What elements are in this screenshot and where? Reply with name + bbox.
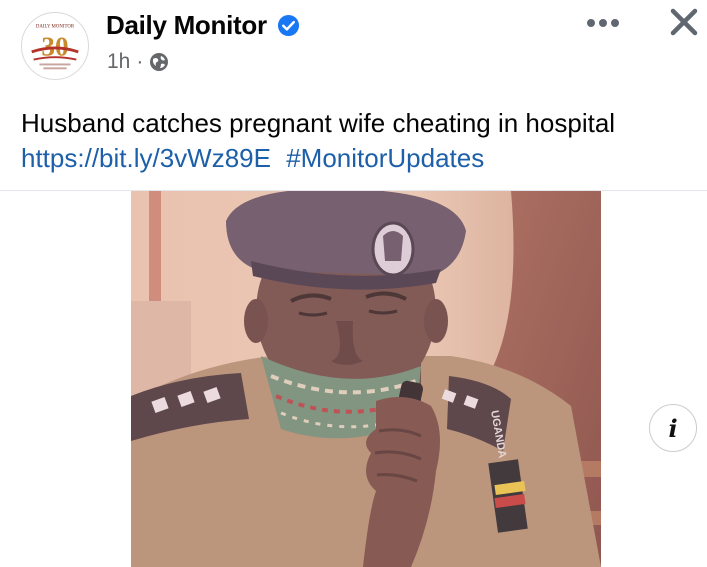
post-meta: 1h · xyxy=(107,50,169,74)
post-links: https://bit.ly/3vWz89E #MonitorUpdates xyxy=(21,141,691,176)
daily-monitor-30-logo: DAILY MONITOR 30 xyxy=(31,25,79,70)
info-glyph: i xyxy=(668,413,678,443)
globe-icon xyxy=(150,53,169,71)
logo-text: DAILY MONITOR xyxy=(36,25,75,30)
post-link[interactable]: https://bit.ly/3vWz89E xyxy=(21,143,271,173)
page-avatar[interactable]: DAILY MONITOR 30 xyxy=(21,12,89,80)
info-icon[interactable]: i xyxy=(649,404,697,452)
post-photo[interactable]: UGANDA xyxy=(131,191,601,567)
meta-separator: · xyxy=(136,50,144,73)
verified-badge-icon xyxy=(277,14,300,37)
more-dots-icon[interactable] xyxy=(583,10,623,36)
close-icon[interactable] xyxy=(668,6,700,38)
post-time[interactable]: 1h xyxy=(107,50,130,74)
photo-area: UGANDA i xyxy=(0,191,707,567)
page-name[interactable]: Daily Monitor xyxy=(106,10,267,41)
post-headline: Husband catches pregnant wife cheating i… xyxy=(21,108,616,138)
photo-illustration: UGANDA xyxy=(131,191,601,567)
post-hashtag[interactable]: #MonitorUpdates xyxy=(286,143,484,173)
post-text: Husband catches pregnant wife cheating i… xyxy=(21,106,691,176)
